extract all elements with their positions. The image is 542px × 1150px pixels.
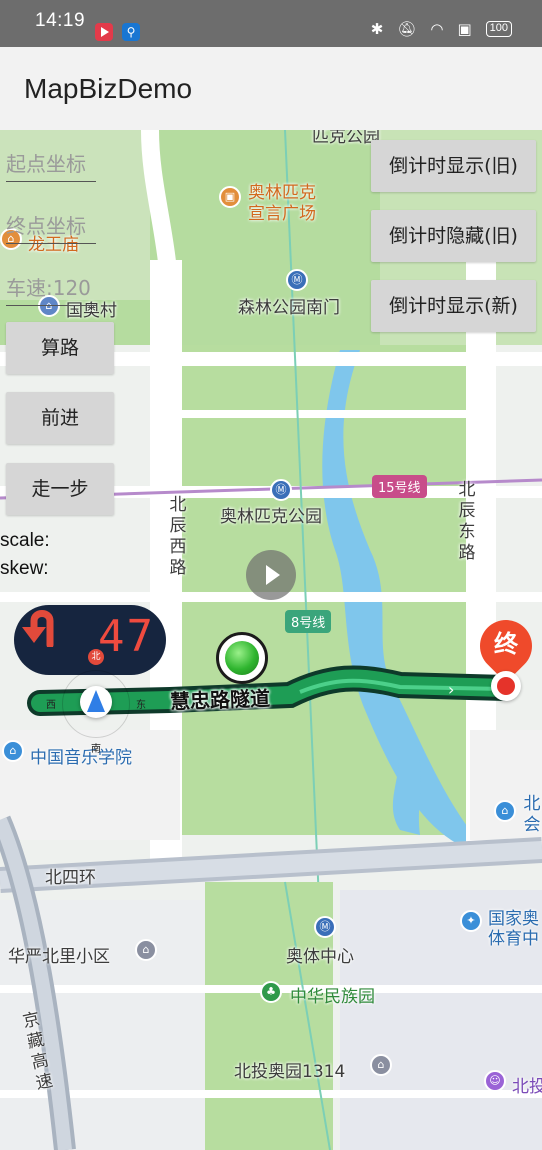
compass-east: 东 <box>136 700 146 711</box>
map-label-bei-hui: 北会 <box>523 794 541 835</box>
scale-text: scale: <box>0 530 50 551</box>
map-label-park-top: 匹克公园 <box>312 130 380 147</box>
svg-text:›: › <box>448 680 454 699</box>
map-label-national-stadium-2: 体育中 <box>488 929 539 949</box>
line15-badge: 15号线 <box>372 475 427 498</box>
map-label-olympic-park: 奥林匹克公园 <box>220 507 322 527</box>
wifi-icon: ◠ <box>430 20 444 38</box>
metro-station-icon: Ⓜ <box>286 269 308 291</box>
map-label-aoti: 奥体中心 <box>286 947 354 967</box>
mute-icon: 🔕︎ <box>397 20 417 38</box>
end-coordinate-input[interactable]: 终点坐标 <box>6 210 96 244</box>
turn-guidance-panel: 北 47 <box>14 605 166 675</box>
map-label-beichen-east: 北辰东路 <box>458 480 476 563</box>
app-title: MapBizDemo <box>24 73 193 104</box>
bluetooth-icon: ✱ <box>370 20 384 38</box>
usb-notification-icon: ⚲ <box>122 23 140 41</box>
poi-hall-icon: ⌂ <box>494 800 516 822</box>
skew-text: skew: <box>0 558 49 579</box>
poi-square-icon: ▣ <box>219 186 241 208</box>
countdown-show-old-button[interactable]: 倒计时显示(旧) <box>371 140 536 192</box>
sim-icon: ▣ <box>457 20 472 38</box>
road-name-label: 慧忠路隧道 <box>169 686 271 714</box>
map-label-forest-park-south: 森林公园南门 <box>238 298 340 318</box>
map-label-music-college: 中国音乐学院 <box>30 748 132 768</box>
map-label-zhonghua: 中华民族园 <box>290 987 375 1007</box>
map-label-olympic-square-2: 宣言广场 <box>248 204 316 224</box>
map-label-huayan: 华严北里小区 <box>8 947 110 967</box>
poi-shop-icon: ☺ <box>484 1070 506 1092</box>
start-coordinate-input[interactable]: 起点坐标 <box>6 148 96 182</box>
car-position-icon <box>80 686 112 718</box>
countdown-hide-old-button[interactable]: 倒计时隐藏(旧) <box>371 210 536 262</box>
turn-distance: 47 <box>98 611 155 662</box>
step-button[interactable]: 走一步 <box>6 463 114 515</box>
battery-icon: 100 <box>485 21 512 37</box>
play-button[interactable] <box>246 550 296 600</box>
line8-badge: 8号线 <box>285 610 332 633</box>
poi-residential-icon: ⌂ <box>135 939 157 961</box>
countdown-show-new-button[interactable]: 倒计时显示(新) <box>371 280 536 332</box>
map-label-north-fourth-ring: 北四环 <box>45 868 96 888</box>
video-notification-icon <box>95 23 113 41</box>
traffic-light-green-icon <box>216 632 268 684</box>
map-label-beichen-west: 北辰西路 <box>169 495 187 578</box>
calculate-route-button[interactable]: 算路 <box>6 322 114 374</box>
poi-park-icon: ♣ <box>260 981 282 1003</box>
map-view[interactable]: › 匹克公园 ▣ 奥林匹克 宣言广场 ⌂ 龙王庙 ⌂ 国奥村 Ⓜ 森林公园南门 … <box>0 130 542 1150</box>
map-label-beitou: 北投奥园1314 <box>234 1062 346 1082</box>
poi-building-icon: ⌂ <box>370 1054 392 1076</box>
status-icons: ✱ 🔕︎ ◠ ▣ 100 <box>371 20 512 38</box>
app-bar: MapBizDemo <box>0 47 542 130</box>
speed-input[interactable]: 车速:120 <box>6 272 96 306</box>
status-bar: 14:19 ⚲ ✱ 🔕︎ ◠ ▣ 100 <box>0 0 542 47</box>
u-turn-arrow-icon <box>22 610 54 647</box>
compass-west: 西 <box>46 700 56 711</box>
forward-button[interactable]: 前进 <box>6 392 114 444</box>
compass-south: 南 <box>91 744 101 755</box>
end-marker-label: 终 <box>494 630 518 658</box>
metro-station-icon-3: Ⓜ <box>314 916 336 938</box>
metro-station-icon-2: Ⓜ <box>270 479 292 501</box>
status-time: 14:19 <box>35 10 86 31</box>
poi-stadium-icon: ✦ <box>460 910 482 932</box>
end-point-dot <box>491 671 521 701</box>
map-label-bei-cut: 北投 <box>512 1077 542 1097</box>
poi-school-icon: ⌂ <box>2 740 24 762</box>
